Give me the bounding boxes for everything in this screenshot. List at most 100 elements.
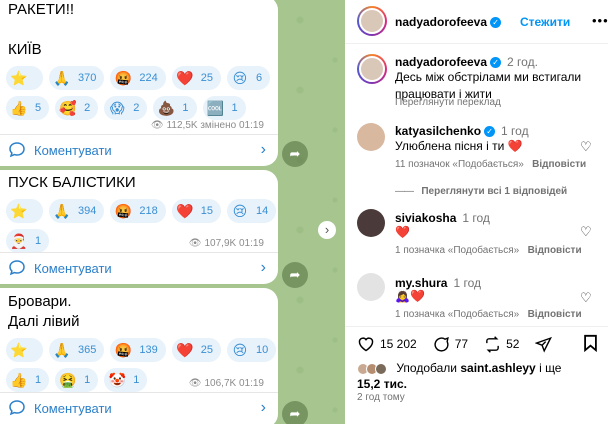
post-time: 2 год тому bbox=[357, 392, 405, 403]
red-heart-emoji: ❤️ bbox=[176, 342, 194, 358]
reaction-chip[interactable]: 😢 6 bbox=[226, 66, 271, 90]
comment-label: Коментувати bbox=[34, 142, 112, 158]
reaction-chip[interactable]: 😢 14 bbox=[226, 199, 277, 223]
reaction-chip[interactable]: 👍 1 bbox=[6, 368, 50, 392]
like-button[interactable]: 15 202 bbox=[357, 336, 417, 352]
like-heart-icon[interactable]: ♡ bbox=[580, 139, 592, 155]
caption-username[interactable]: nadyadorofeeva ✓ 2 год. bbox=[395, 55, 538, 69]
reaction-chip[interactable]: 🤬 139 bbox=[110, 338, 166, 362]
message-meta: 👁 107,9K 01:19 bbox=[189, 238, 264, 249]
reaction-chip[interactable]: 🤮 1 bbox=[55, 368, 99, 392]
reaction-count: 224 bbox=[139, 72, 158, 84]
chevron-right-icon[interactable]: › bbox=[318, 221, 336, 239]
comment-button[interactable]: Коментувати › bbox=[8, 138, 266, 162]
reaction-chip[interactable]: ⭐ bbox=[6, 199, 43, 223]
reply-button[interactable]: Відповісти bbox=[528, 309, 582, 320]
repost-button[interactable]: 52 bbox=[484, 335, 520, 353]
heart-icon bbox=[358, 337, 374, 352]
reaction-chip[interactable]: 😱 2 bbox=[104, 96, 148, 120]
follow-button[interactable]: Стежити bbox=[520, 15, 570, 29]
username-text: katyasilchenko bbox=[395, 124, 482, 138]
reaction-chip[interactable]: 👍 5 bbox=[6, 96, 50, 120]
message-line: ПУСК БАЛІСТИКИ bbox=[8, 174, 136, 191]
message-line: РАКЕТИ!! bbox=[8, 1, 75, 18]
share-icon[interactable]: ➦ bbox=[282, 262, 308, 288]
share-button[interactable] bbox=[535, 336, 557, 353]
comment-username[interactable]: siviakosha 1 год bbox=[395, 211, 490, 225]
reaction-chip[interactable]: ❤️ 15 bbox=[171, 199, 221, 223]
more-options-icon[interactable]: ••• bbox=[592, 13, 608, 28]
reaction-chip[interactable]: 😢 10 bbox=[226, 338, 277, 362]
crying-face-emoji: 😢 bbox=[232, 70, 248, 86]
reaction-chip[interactable]: 🤬 224 bbox=[110, 66, 166, 90]
share-icon[interactable]: ➦ bbox=[282, 401, 308, 424]
reaction-chip[interactable]: 🥰 2 bbox=[55, 96, 99, 120]
reaction-count: 365 bbox=[78, 344, 97, 356]
nauseated-face-emoji: 🤮 bbox=[59, 372, 77, 388]
liked-by-count[interactable]: 15,2 тис. bbox=[357, 377, 407, 391]
reply-button[interactable]: Відповісти bbox=[532, 159, 586, 170]
see-translation-link[interactable]: Переглянути переклад bbox=[395, 97, 501, 108]
share-icon[interactable]: ➦ bbox=[282, 141, 308, 167]
comment-likes[interactable]: 1 позначка «Подобається» bbox=[395, 309, 519, 320]
avatar[interactable] bbox=[357, 54, 387, 84]
pray-emoji: 🙏 bbox=[53, 203, 71, 219]
author-username[interactable]: nadyadorofeeva ✓ bbox=[395, 15, 502, 29]
like-heart-icon[interactable]: ♡ bbox=[580, 224, 592, 240]
bookmark-icon bbox=[584, 334, 597, 352]
liked-by-summary: Уподобали saint.ashleyy і ще 15,2 тис. bbox=[357, 360, 597, 392]
comment-button[interactable]: Коментувати › bbox=[8, 396, 266, 420]
message-text: ПУСК БАЛІСТИКИ bbox=[0, 170, 278, 193]
comment-username[interactable]: katyasilchenko ✓ 1 год bbox=[395, 124, 529, 138]
reaction-chip[interactable]: 🙏 370 bbox=[49, 66, 105, 90]
reaction-chip[interactable]: 🤬 218 bbox=[110, 199, 166, 223]
reaction-chip[interactable]: 🙏 365 bbox=[49, 338, 105, 362]
avatar[interactable] bbox=[357, 123, 385, 151]
reaction-count: 25 bbox=[200, 72, 213, 84]
reaction-chip[interactable]: 🙏 394 bbox=[49, 199, 105, 223]
comment-likes[interactable]: 1 позначка «Подобається» bbox=[395, 245, 519, 256]
like-heart-icon[interactable]: ♡ bbox=[580, 290, 592, 306]
comment-likes[interactable]: 11 позначок «Подобається» bbox=[395, 159, 524, 170]
reaction-chip[interactable]: ❤️ 25 bbox=[171, 338, 221, 362]
reaction-count: 1 bbox=[231, 102, 238, 114]
avatar[interactable] bbox=[357, 209, 385, 237]
avatar[interactable] bbox=[357, 6, 387, 36]
channel-message: Бровари. Далі лівий ⭐ 🙏 365 🤬 139 ❤️ 25 😢 10 👍 1 🤮 1… bbox=[0, 288, 278, 424]
comment-button[interactable]: 77 bbox=[433, 336, 468, 353]
reaction-chip[interactable]: 🤡 1 bbox=[104, 368, 148, 392]
reaction-count: 2 bbox=[133, 102, 140, 114]
avatar[interactable] bbox=[357, 273, 385, 301]
message-line bbox=[8, 20, 278, 40]
liked-by-prefix: Уподобали bbox=[396, 361, 457, 375]
comment-text: Улюблена пісня і ти ❤️ bbox=[395, 138, 523, 155]
channel-message: РАКЕТИ!! КИЇВ ⭐ 🙏 370 🤬 224 ❤️ 25 😢 6 👍 5 🥰 2 😱 2 💩 1 🆒 1 … bbox=[0, 0, 278, 166]
comment-time: 1 год bbox=[462, 211, 490, 225]
reaction-chip[interactable]: ⭐ bbox=[6, 66, 43, 90]
eye-icon: 👁 bbox=[188, 378, 202, 389]
reaction-chip[interactable]: ⭐ bbox=[6, 338, 43, 362]
username-text: nadyadorofeeva bbox=[395, 15, 488, 29]
reaction-chip[interactable]: 💩 1 bbox=[153, 96, 197, 120]
views-and-time: 107,9K 01:19 bbox=[204, 238, 265, 249]
screaming-face-emoji: 😱 bbox=[109, 100, 125, 116]
comment-button[interactable]: Коментувати › bbox=[8, 256, 266, 280]
instagram-post-pane: nadyadorofeeva ✓ Стежити ••• nadyadorofe… bbox=[345, 0, 608, 424]
save-button[interactable] bbox=[583, 334, 598, 355]
reaction-count: 139 bbox=[139, 344, 158, 356]
reply-button[interactable]: Відповісти bbox=[528, 245, 582, 256]
reaction-chip[interactable]: 🆒 1 bbox=[202, 96, 246, 120]
liked-by-user[interactable]: saint.ashleyy bbox=[460, 361, 535, 375]
eye-icon: 👁 bbox=[188, 238, 202, 249]
view-replies-link[interactable]: —— Переглянути всі 1 відповідей bbox=[395, 186, 567, 197]
reaction-chip[interactable]: ❤️ 25 bbox=[171, 66, 221, 90]
post-actions-bar: 15 202 77 52 bbox=[357, 334, 598, 354]
reposts-count: 52 bbox=[506, 337, 520, 351]
reaction-count: 5 bbox=[35, 102, 42, 114]
reactions-bar: ⭐ 🙏 370 🤬 224 ❤️ 25 😢 6 👍 5 🥰 2 😱 2 💩 1 🆒 1 bbox=[0, 66, 278, 120]
message-text: РАКЕТИ!! КИЇВ bbox=[0, 0, 278, 60]
reaction-count: 14 bbox=[255, 205, 269, 217]
red-heart-emoji: ❤️ bbox=[507, 139, 523, 153]
reaction-chip[interactable]: 🎅 1 bbox=[6, 229, 50, 253]
comment-meta: 11 позначок «Подобається» Відповісти bbox=[395, 159, 586, 170]
